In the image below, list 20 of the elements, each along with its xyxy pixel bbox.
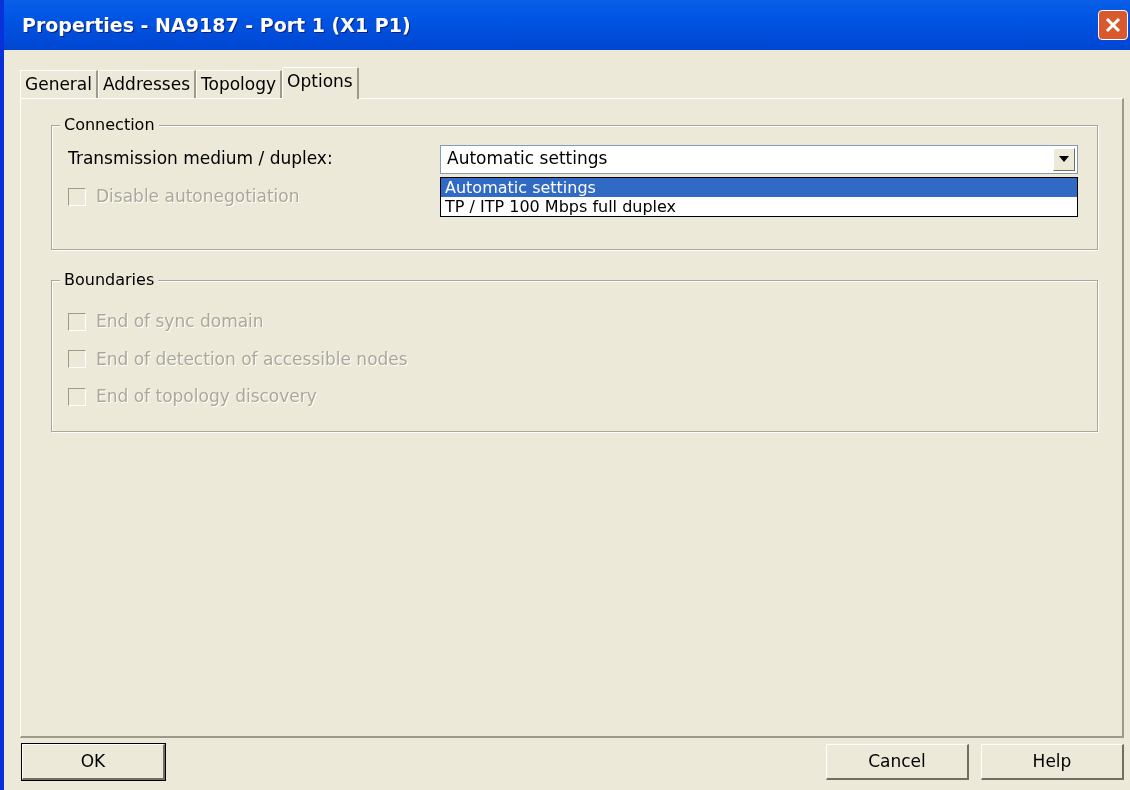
ok-button[interactable]: OK [22,744,165,780]
checkbox-label: End of detection of accessible nodes [96,347,408,371]
tab[interactable]: Topology [196,70,283,98]
checkbox-label: Disable autonegotiation [96,185,300,209]
close-icon [1104,16,1122,34]
dropdown-button[interactable] [1053,147,1075,171]
checkbox-label: End of sync domain [96,310,264,333]
tab[interactable]: Addresses [98,70,197,98]
dropdown-field[interactable]: Automatic settings [440,144,1078,174]
window-title: Properties - NA9187 - Port 1 (X1 P1) [22,12,411,38]
field-label: Transmission medium / duplex: [68,147,334,171]
tab[interactable]: Options [282,67,359,99]
close-button[interactable] [1098,10,1128,40]
caret-icon [1059,156,1069,162]
dropdown-option[interactable]: Automatic settings [441,177,1077,197]
dialog-button[interactable]: Cancel [826,744,969,780]
dropdown-option[interactable]: TP / ITP 100 Mbps full duplex [441,196,1077,216]
tab[interactable]: General [20,70,98,98]
checkbox-label: End of topology discovery [96,385,317,408]
dialog-button[interactable]: Help [981,744,1124,780]
